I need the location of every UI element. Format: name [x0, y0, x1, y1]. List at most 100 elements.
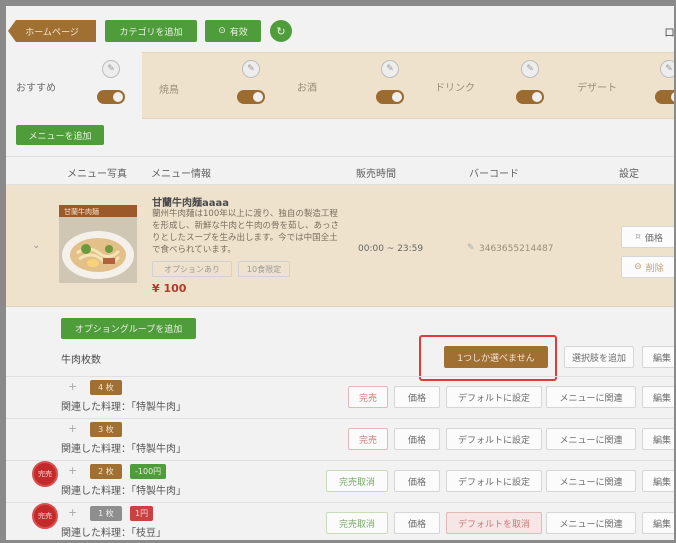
tag-limit-label: 10食限定 [246, 264, 282, 274]
edit-icon[interactable]: ✎ [660, 60, 674, 78]
option-edit-label: 編集 [652, 519, 671, 530]
option-price-button[interactable]: 価格 [394, 386, 440, 408]
group-edit-button[interactable]: 編集 [642, 346, 674, 368]
link-menu-button[interactable]: メニューに関連 [546, 428, 636, 450]
option-price-label: 価格 [407, 477, 426, 488]
edit-icon[interactable]: ✎ [381, 60, 399, 78]
drag-handle-icon[interactable]: + [68, 380, 77, 393]
group-edit-label: 編集 [652, 353, 671, 364]
divider [6, 502, 674, 503]
only-one-label: 1つしか選べません [457, 353, 535, 364]
category-label[interactable]: デザート [577, 79, 617, 94]
option-price-button[interactable]: 価格 [394, 470, 440, 492]
soldout-badge: 完売 [32, 461, 58, 487]
soldout-label: 完売 [358, 393, 377, 404]
top-right-text: ロ [664, 26, 674, 39]
link-menu-button[interactable]: メニューに関連 [546, 386, 636, 408]
link-menu-button[interactable]: メニューに関連 [546, 512, 636, 534]
category-toggle[interactable] [516, 90, 544, 104]
option-related: 関連した料理：「特製牛肉」 [61, 444, 186, 455]
option-edit-button[interactable]: 編集 [642, 428, 674, 450]
soldout-button[interactable]: 完売 [348, 428, 388, 450]
drag-handle-icon[interactable]: + [68, 464, 77, 477]
soldout-badge-label: 完売 [38, 512, 52, 520]
link-menu-label: メニューに関連 [559, 477, 623, 488]
tag-option-label: オプションあり [164, 264, 220, 274]
tag-option: オプションあり [152, 261, 232, 277]
set-default-label: デフォルトに設定 [457, 477, 530, 488]
divider [6, 376, 674, 377]
add-option-group-button[interactable]: オプショングループを追加 [61, 318, 196, 339]
add-choice-label: 選択肢を追加 [571, 353, 626, 364]
delete-icon: ⊖ [634, 262, 642, 272]
category-toggle[interactable] [97, 90, 125, 104]
home-label: ホームページ [25, 27, 79, 38]
photo-caption: 甘蘭牛肉麺 [64, 208, 99, 216]
edit-icon[interactable]: ✎ [102, 60, 120, 78]
header-photo: メニュー写真 [67, 169, 127, 180]
category-toggle[interactable] [655, 90, 674, 104]
option-edit-button[interactable]: 編集 [642, 470, 674, 492]
edit-icon[interactable]: ✎ [242, 60, 260, 78]
set-default-label: デフォルトに設定 [457, 393, 530, 404]
drag-handle-icon[interactable]: + [68, 506, 77, 519]
app-screen: ホームページ カテゴリを追加 ⊙ 有效 ↻ ロ おすすめ ✎ 焼鳥 ✎ お酒 ✎… [6, 6, 674, 540]
delete-button[interactable]: ⊖ 削除 [621, 256, 674, 278]
option-group-name: 牛肉枚数 [61, 355, 101, 366]
option-edit-button[interactable]: 編集 [642, 386, 674, 408]
cancel-default-button[interactable]: デフォルトを取消 [446, 512, 542, 534]
enabled-label: 有效 [229, 27, 248, 38]
option-related: 関連した料理：「枝豆」 [61, 528, 166, 539]
refresh-icon[interactable]: ↻ [270, 20, 292, 42]
category-label[interactable]: ドリンク [435, 79, 475, 94]
option-edit-label: 編集 [652, 435, 671, 446]
add-menu-button[interactable]: メニューを追加 [16, 125, 104, 145]
option-edit-button[interactable]: 編集 [642, 512, 674, 534]
divider [6, 460, 674, 461]
option-price-label: 価格 [407, 519, 426, 530]
drag-handle-icon[interactable]: + [68, 422, 77, 435]
chevron-down-icon[interactable]: ⌄ [32, 240, 40, 251]
category-label[interactable]: おすすめ [16, 79, 56, 94]
add-category-label: カテゴリを追加 [119, 27, 183, 38]
add-option-group-label: オプショングループを追加 [74, 325, 183, 335]
add-category-button[interactable]: カテゴリを追加 [105, 20, 197, 42]
edit-icon[interactable]: ✎ [521, 60, 539, 78]
soldout-button[interactable]: 完売 [348, 386, 388, 408]
soldout-label: 完売 [358, 435, 377, 446]
check-circle-icon: ⊙ [218, 26, 226, 36]
enabled-button[interactable]: ⊙ 有效 [205, 20, 261, 42]
category-label[interactable]: お酒 [297, 79, 317, 94]
link-menu-button[interactable]: メニューに関連 [546, 470, 636, 492]
cancel-soldout-button[interactable]: 完売取消 [326, 512, 388, 534]
cancel-soldout-button[interactable]: 完売取消 [326, 470, 388, 492]
add-choice-button[interactable]: 選択肢を追加 [564, 346, 634, 368]
category-label[interactable]: 焼鳥 [159, 81, 179, 96]
link-menu-label: メニューに関連 [559, 519, 623, 530]
set-default-button[interactable]: デフォルトに設定 [446, 386, 542, 408]
option-price-label: 価格 [407, 435, 426, 446]
set-default-button[interactable]: デフォルトに設定 [446, 428, 542, 450]
set-default-button[interactable]: デフォルトに設定 [446, 470, 542, 492]
option-price-button[interactable]: 価格 [394, 428, 440, 450]
header-info: メニュー情報 [151, 169, 211, 180]
category-toggle[interactable] [376, 90, 404, 104]
menu-item-price: ¥ 100 [152, 282, 187, 295]
price-diff-badge: -100円 [130, 464, 167, 479]
price-diff-label: 1円 [135, 509, 149, 518]
cancel-default-label: デフォルトを取消 [457, 519, 530, 530]
option-price-button[interactable]: 価格 [394, 512, 440, 534]
barcode-edit-icon[interactable]: ✎ [467, 243, 475, 253]
set-default-label: デフォルトに設定 [457, 435, 530, 446]
option-related: 関連した料理：「特製牛肉」 [61, 486, 186, 497]
price-button-label: 価格 [644, 233, 663, 244]
only-one-button[interactable]: 1つしか選べません [444, 346, 548, 368]
category-toggle[interactable] [237, 90, 265, 104]
home-button[interactable]: ホームページ [8, 20, 96, 42]
price-button[interactable]: ¤ 価格 [621, 226, 674, 248]
header-settings: 設定 [619, 169, 639, 180]
delete-button-label: 削除 [645, 263, 664, 274]
soldout-badge: 完売 [32, 503, 58, 529]
link-menu-label: メニューに関連 [559, 435, 623, 446]
option-count-label: 1 枚 [98, 509, 114, 518]
